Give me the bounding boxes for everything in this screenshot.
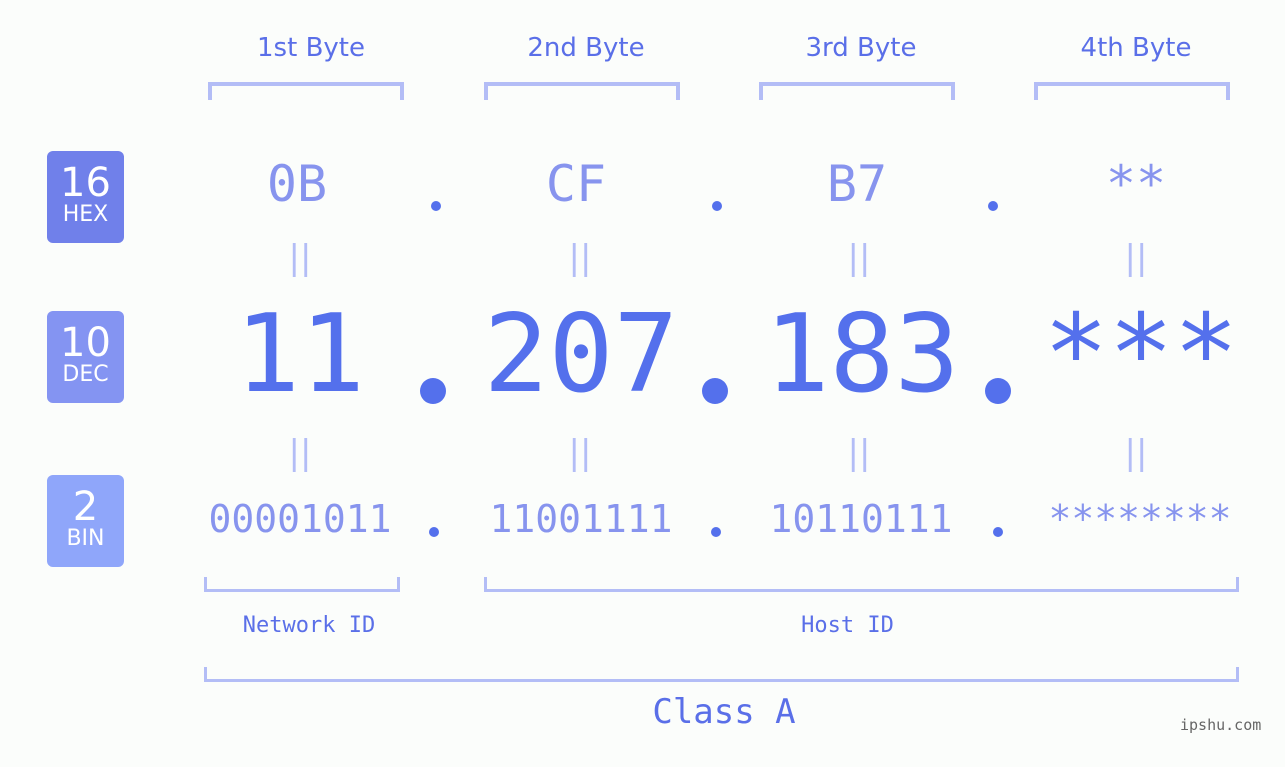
equals-icon: || <box>288 433 312 473</box>
dec-dot-3 <box>985 378 1011 404</box>
hex-byte-3: B7 <box>826 155 888 213</box>
hex-byte-4: ** <box>1105 155 1167 213</box>
byte-header-2: 2nd Byte <box>527 33 645 63</box>
dec-byte-4: *** <box>1043 292 1239 417</box>
hex-byte-2: CF <box>545 155 607 213</box>
equals-icon: || <box>568 238 592 278</box>
hex-byte-1: 0B <box>266 155 328 213</box>
equals-icon: || <box>568 433 592 473</box>
hex-badge-label: HEX <box>62 202 109 227</box>
dec-badge: 10 DEC <box>47 311 124 403</box>
equals-icon: || <box>1124 238 1148 278</box>
byte-bracket-2 <box>484 82 680 100</box>
dec-badge-number: 10 <box>60 320 111 366</box>
bin-byte-1: 00001011 <box>208 497 392 541</box>
hex-dot-1 <box>431 201 441 211</box>
bin-byte-2: 11001111 <box>489 497 673 541</box>
dec-dot-2 <box>702 378 728 404</box>
dec-byte-2: 207 <box>483 292 679 417</box>
byte-bracket-4 <box>1034 82 1230 100</box>
host-id-label: Host ID <box>801 613 894 638</box>
equals-icon: || <box>1124 433 1148 473</box>
watermark: ipshu.com <box>1180 716 1262 734</box>
hex-dot-3 <box>988 201 998 211</box>
equals-icon: || <box>847 238 871 278</box>
equals-icon: || <box>288 238 312 278</box>
dec-dot-1 <box>420 378 446 404</box>
class-label: Class A <box>652 692 796 732</box>
bin-badge-number: 2 <box>72 484 99 530</box>
byte-bracket-1 <box>208 82 404 100</box>
bin-dot-2 <box>711 527 721 537</box>
hex-dot-2 <box>712 201 722 211</box>
dec-badge-label: DEC <box>62 362 109 387</box>
class-bracket <box>204 667 1239 682</box>
host-id-bracket <box>484 577 1239 592</box>
bin-byte-3: 10110111 <box>769 497 953 541</box>
hex-badge-number: 16 <box>60 160 111 206</box>
bin-badge: 2 BIN <box>47 475 124 567</box>
bin-badge-label: BIN <box>66 526 105 551</box>
dec-byte-1: 11 <box>234 292 366 417</box>
byte-header-3: 3rd Byte <box>805 33 917 63</box>
byte-bracket-3 <box>759 82 955 100</box>
network-id-bracket <box>204 577 400 592</box>
hex-badge: 16 HEX <box>47 151 124 243</box>
network-id-label: Network ID <box>242 613 376 638</box>
bin-dot-1 <box>429 527 439 537</box>
bin-byte-4: ******** <box>1048 497 1232 541</box>
bin-dot-3 <box>993 527 1003 537</box>
byte-header-4: 4th Byte <box>1080 33 1192 63</box>
dec-byte-3: 183 <box>764 292 960 417</box>
byte-header-1: 1st Byte <box>257 33 365 63</box>
equals-icon: || <box>847 433 871 473</box>
